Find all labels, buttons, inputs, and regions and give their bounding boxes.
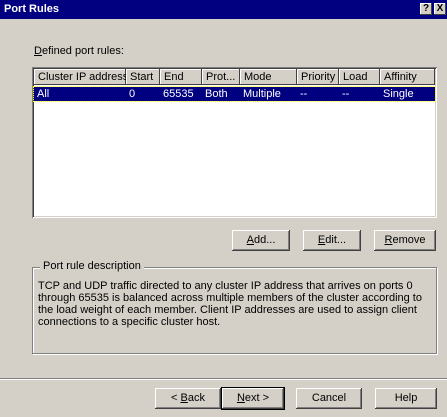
column-header-mode[interactable]: Mode — [240, 69, 297, 85]
column-header-protocol[interactable]: Prot... — [202, 69, 240, 85]
column-header-affinity[interactable]: Affinity — [380, 69, 435, 85]
add-button[interactable]: Add... — [232, 230, 290, 251]
cell-mode: Multiple — [243, 88, 281, 100]
defined-port-rules-label: Defined port rules: — [34, 45, 124, 57]
next-label: ext > — [244, 392, 270, 404]
cancel-button[interactable]: Cancel — [296, 388, 362, 409]
help-icon[interactable]: ? — [420, 3, 432, 15]
defined-label-mnemonic: D — [34, 45, 42, 57]
back-prefix: < — [171, 392, 181, 404]
cell-load: -- — [342, 88, 350, 100]
cell-protocol: Both — [205, 88, 228, 100]
table-row[interactable]: All 0 65535 Both Multiple -- -- Single — [33, 86, 436, 102]
column-header-end[interactable]: End — [160, 69, 202, 85]
column-header-start[interactable]: Start — [126, 69, 160, 85]
column-header-priority[interactable]: Priority — [297, 69, 339, 85]
column-header-load[interactable]: Load — [339, 69, 380, 85]
remove-button[interactable]: Remove — [374, 230, 436, 251]
cell-affinity: Single — [383, 88, 414, 100]
next-mnemonic: N — [236, 392, 245, 404]
cell-end: 65535 — [163, 88, 194, 100]
port-rule-description-text: TCP and UDP traffic directed to any clus… — [38, 280, 422, 328]
port-rule-description-title: Port rule description — [40, 260, 144, 272]
close-icon[interactable]: X — [434, 3, 446, 15]
cell-start: 0 — [129, 88, 136, 100]
back-button[interactable]: < Back — [155, 388, 221, 409]
help-button[interactable]: Help — [375, 388, 437, 409]
back-mnemonic: B — [180, 392, 188, 404]
remove-label: emove — [392, 234, 426, 246]
port-rules-list[interactable]: Cluster IP address Start End Prot... Mod… — [32, 67, 437, 218]
column-header-cluster-ip[interactable]: Cluster IP address — [34, 69, 126, 85]
add-mnemonic: A — [246, 234, 254, 246]
cell-priority: -- — [300, 88, 308, 100]
edit-button[interactable]: Edit... — [303, 230, 361, 251]
window-title: Port Rules — [4, 3, 60, 15]
separator — [0, 378, 447, 380]
next-button[interactable]: Next > — [222, 388, 284, 409]
port-rules-window: Port Rules ? X Defined port rules: Clust… — [0, 0, 447, 417]
cell-cluster-ip: All — [37, 88, 50, 100]
add-label: dd... — [253, 234, 276, 246]
edit-label: dit... — [325, 234, 347, 246]
title-bar[interactable]: Port Rules ? X — [0, 0, 447, 19]
back-label: ack — [187, 392, 205, 404]
defined-label-rest: efined port rules: — [41, 45, 124, 57]
